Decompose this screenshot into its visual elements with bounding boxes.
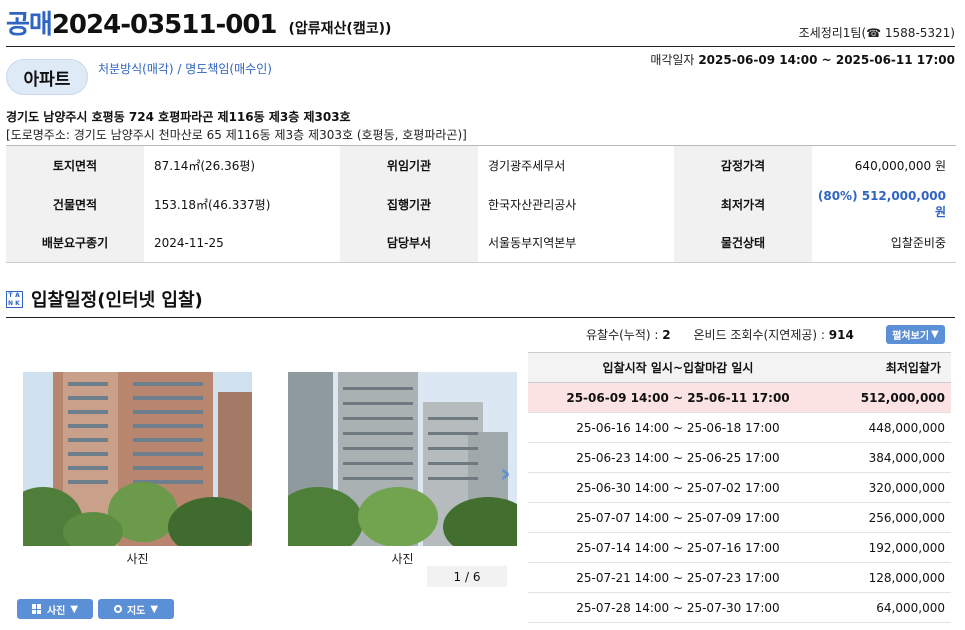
photo-button[interactable]: 사진 ▼ — [17, 599, 93, 619]
bid-stats: 유찰수(누적) : 2 온비드 조회수(지연제공) : 914 — [586, 326, 854, 343]
min-bid-price: 384,000,000 — [828, 442, 951, 473]
photo-caption: 사진 — [126, 552, 149, 566]
table-row: 25-06-30 14:00 ~ 25-07-02 17:00 320,000,0… — [528, 472, 951, 503]
divider — [6, 46, 955, 47]
expand-button[interactable]: 펼쳐보기 ▼ — [886, 325, 945, 344]
executor-label: 집행기관 — [340, 184, 478, 224]
grid-icon — [31, 604, 42, 614]
caret-down-icon: ▼ — [150, 603, 159, 615]
building-photo-image — [288, 372, 517, 546]
divider — [6, 317, 955, 318]
sale-period-value: 2025-06-09 14:00 ~ 2025-06-11 17:00 — [698, 53, 955, 67]
min-bid-price: 128,000,000 — [828, 562, 951, 593]
caret-down-icon: ▼ — [931, 329, 939, 340]
bid-period: 25-06-30 14:00 ~ 25-07-02 17:00 — [528, 472, 828, 503]
min-bid-header: 최저입찰가 — [828, 352, 951, 383]
min-price-value: (80%) 512,000,000 원 — [817, 188, 946, 219]
min-bid-price: 192,000,000 — [828, 532, 951, 563]
lot-address: 경기도 남양주시 호평동 724 호평파라곤 제116동 제3층 제303호 — [6, 110, 351, 124]
disposal-method: 처분방식(매각) / 명도책임(매수인) — [98, 62, 272, 76]
table-row: 25-07-28 14:00 ~ 25-07-30 17:00 64,000,00… — [528, 592, 951, 623]
road-address: [도로명주소: 경기도 남양주시 천마산로 65 제116동 제3층 제303호… — [6, 128, 467, 142]
bid-schedule-title: 입찰일정(인터넷 입찰) — [31, 290, 203, 311]
chevron-right-icon[interactable]: › — [500, 459, 511, 489]
period-header: 입찰시작 일시~입찰마감 일시 — [528, 352, 828, 383]
photo-pager: 1 / 6 — [427, 566, 507, 587]
failed-count: 2 — [662, 328, 671, 342]
case-subtitle: (압류재산(캠코)) — [288, 21, 392, 37]
property-photo-2[interactable] — [288, 372, 517, 546]
bid-period: 25-07-28 14:00 ~ 25-07-30 17:00 — [528, 592, 828, 623]
min-price-label: 최저가격 — [674, 184, 812, 224]
min-bid-price: 320,000,000 — [828, 472, 951, 503]
bid-period: 25-06-09 14:00 ~ 25-06-11 17:00 — [528, 382, 828, 413]
bid-schedule-table: 입찰시작 일시~입찰마감 일시 최저입찰가 25-06-09 14:00 ~ 2… — [528, 352, 951, 623]
failed-count-label: 유찰수(누적) : — [586, 328, 659, 342]
contact-info: 조세정리1팀(☎ 1588-5321) — [798, 26, 955, 40]
table-row: 25-07-07 14:00 ~ 25-07-09 17:00 256,000,0… — [528, 502, 951, 533]
min-bid-price: 448,000,000 — [828, 412, 951, 443]
view-count: 914 — [828, 328, 854, 342]
min-bid-price: 64,000,000 — [828, 592, 951, 623]
table-row: 25-07-14 14:00 ~ 25-07-16 17:00 192,000,0… — [528, 532, 951, 563]
sale-period-label: 매각일자 — [650, 53, 695, 67]
property-type-badge: 아파트 — [6, 59, 88, 95]
status-value: 입찰준비중 — [890, 236, 946, 251]
property-photo-1[interactable] — [23, 372, 252, 546]
delegator-label: 위임기관 — [340, 145, 478, 185]
photo-caption: 사진 — [391, 552, 414, 566]
status-label: 물건상태 — [674, 223, 812, 263]
caret-down-icon: ▼ — [70, 603, 79, 615]
map-button[interactable]: 지도 ▼ — [98, 599, 174, 619]
sale-period: 매각일자 2025-06-09 14:00 ~ 2025-06-11 17:00 — [650, 51, 955, 68]
appraisal-label: 감정가격 — [674, 145, 812, 185]
deadline-value: 2024-11-25 — [154, 235, 224, 250]
bid-period: 25-06-16 14:00 ~ 25-06-18 17:00 — [528, 412, 828, 443]
building-photo-image — [23, 372, 252, 546]
table-row: 25-07-21 14:00 ~ 25-07-23 17:00 128,000,0… — [528, 562, 951, 593]
bid-schedule-heading: TANK 입찰일정(인터넷 입찰) — [6, 286, 203, 312]
department-label: 담당부서 — [340, 223, 478, 263]
property-info-table: 토지면적 87.14㎡(26.36평) 위임기관 경기광주세무서 감정가격 64… — [6, 145, 956, 263]
department-value: 서울동부지역본부 — [488, 236, 577, 251]
table-row: 25-06-16 14:00 ~ 25-06-18 17:00 448,000,0… — [528, 412, 951, 443]
land-area-value: 87.14㎡(26.36평) — [154, 158, 256, 173]
building-area-label: 건물면적 — [6, 184, 144, 224]
land-area-label: 토지면적 — [6, 145, 144, 185]
min-bid-price: 256,000,000 — [828, 502, 951, 533]
auction-type: 공매 — [6, 10, 53, 40]
view-count-label: 온비드 조회수(지연제공) : — [693, 328, 825, 342]
bid-period: 25-06-23 14:00 ~ 25-06-25 17:00 — [528, 442, 828, 473]
appraisal-value: 640,000,000 원 — [854, 158, 946, 173]
executor-value: 한국자산관리공사 — [488, 197, 577, 212]
bid-period: 25-07-07 14:00 ~ 25-07-09 17:00 — [528, 502, 828, 533]
deadline-label: 배분요구종기 — [6, 223, 144, 263]
tank-icon: TANK — [6, 290, 23, 308]
delegator-value: 경기광주세무서 — [488, 158, 566, 173]
bid-period: 25-07-21 14:00 ~ 25-07-23 17:00 — [528, 562, 828, 593]
map-pin-icon — [113, 605, 122, 613]
table-row: 25-06-23 14:00 ~ 25-06-25 17:00 384,000,0… — [528, 442, 951, 473]
case-number: 2024-03511-001 — [51, 10, 278, 40]
building-area-value: 153.18㎡(46.337평) — [154, 197, 271, 212]
page-title: 공매 2024-03511-001 (압류재산(캠코)) — [6, 4, 391, 40]
bid-period: 25-07-14 14:00 ~ 25-07-16 17:00 — [528, 532, 828, 563]
min-bid-price: 512,000,000 — [828, 382, 951, 413]
table-row: 25-06-09 14:00 ~ 25-06-11 17:00 512,000,0… — [528, 382, 951, 413]
